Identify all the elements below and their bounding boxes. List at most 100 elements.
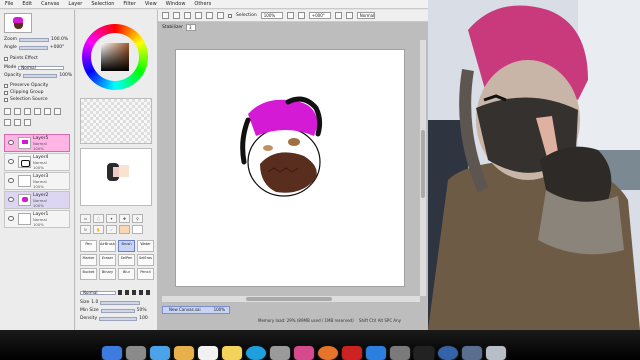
- blend-select[interactable]: Normal: [356, 12, 375, 19]
- navigator-preview[interactable]: [4, 13, 32, 33]
- menu-selection[interactable]: Selection: [91, 1, 114, 7]
- horizontal-scrollbar[interactable]: [162, 296, 420, 302]
- visibility-eye-icon[interactable]: [8, 159, 14, 164]
- color-square[interactable]: [101, 43, 129, 71]
- finder-icon[interactable]: [102, 346, 122, 360]
- copy-layer-icon[interactable]: [24, 108, 31, 115]
- scratchpad[interactable]: [80, 148, 152, 206]
- opacity-slider[interactable]: [23, 73, 58, 78]
- menu-canvas[interactable]: Canvas: [41, 1, 59, 7]
- quicktime-icon[interactable]: [438, 346, 458, 360]
- document-tab[interactable]: New Canvas.sai 100%: [162, 306, 230, 314]
- lock-icon[interactable]: [14, 119, 21, 126]
- magic-wand-icon[interactable]: ✦: [106, 214, 117, 223]
- angle-input[interactable]: +000°: [308, 12, 331, 19]
- visibility-eye-icon[interactable]: [8, 216, 14, 221]
- zoom-out-icon[interactable]: [206, 12, 213, 19]
- angle-slider[interactable]: [18, 45, 48, 50]
- selection-source-checkbox[interactable]: [4, 97, 8, 102]
- lasso-tool-icon[interactable]: ◌: [93, 214, 104, 223]
- visibility-eye-icon[interactable]: [8, 140, 14, 145]
- brush-eraser[interactable]: Eraser: [99, 254, 116, 266]
- brush-mode-select[interactable]: Normal: [80, 290, 116, 295]
- stabilizer-select[interactable]: 3: [185, 24, 196, 31]
- brush-seleras[interactable]: SelEras: [137, 254, 154, 266]
- notes-icon[interactable]: [222, 346, 242, 360]
- color-swatches[interactable]: [80, 98, 152, 144]
- rotate-tool-icon[interactable]: ↻: [80, 225, 91, 234]
- invert-selection-icon[interactable]: [173, 12, 180, 19]
- paint-effect-checkbox[interactable]: [4, 56, 8, 61]
- zoom-plus-icon[interactable]: [286, 12, 294, 19]
- size-slider[interactable]: [100, 300, 141, 305]
- menu-filter[interactable]: Filter: [123, 1, 135, 7]
- menu-file[interactable]: File: [5, 1, 13, 7]
- firefox-icon[interactable]: [318, 346, 338, 360]
- safari-icon[interactable]: [150, 346, 170, 360]
- rotate-left-icon[interactable]: [334, 12, 342, 19]
- mask-icon[interactable]: [4, 119, 11, 126]
- visibility-eye-icon[interactable]: [8, 197, 14, 202]
- brush-pencil[interactable]: Pencil: [137, 268, 154, 280]
- zoom-slider[interactable]: [18, 37, 49, 42]
- new-layer-icon[interactable]: [4, 108, 11, 115]
- downloads-icon[interactable]: [462, 346, 482, 360]
- preview-icon[interactable]: [270, 346, 290, 360]
- app-store-icon[interactable]: [366, 346, 386, 360]
- visibility-eye-icon[interactable]: [8, 178, 14, 183]
- paint-app-icon[interactable]: [342, 346, 362, 360]
- rotate-right-icon[interactable]: [345, 12, 353, 19]
- system-preferences-icon[interactable]: [390, 346, 410, 360]
- layer-row[interactable]: Layer3 Normal 100%: [4, 172, 70, 190]
- brush-blur[interactable]: Blur: [118, 268, 135, 280]
- menu-others[interactable]: Others: [194, 1, 211, 7]
- layer-row[interactable]: Layer1 Normal 100%: [4, 210, 70, 228]
- calendar-icon[interactable]: [198, 346, 218, 360]
- launchpad-icon[interactable]: [126, 346, 146, 360]
- new-folder-icon[interactable]: [14, 108, 21, 115]
- layer-row[interactable]: Layer4 Normal 100%: [4, 153, 70, 171]
- color-wheel[interactable]: [82, 24, 148, 90]
- min-size-slider[interactable]: [100, 308, 135, 313]
- trash-icon[interactable]: [486, 346, 506, 360]
- menu-window[interactable]: Window: [166, 1, 186, 7]
- vertical-scrollbar[interactable]: [420, 40, 426, 296]
- itunes-icon[interactable]: [294, 346, 314, 360]
- zoom-input[interactable]: 100%: [260, 12, 283, 19]
- clear-layer-icon[interactable]: [44, 108, 51, 115]
- menu-view[interactable]: View: [145, 1, 157, 7]
- brush-selpen[interactable]: SelPen: [118, 254, 135, 266]
- skype-icon[interactable]: [246, 346, 266, 360]
- mode-select[interactable]: Normal: [18, 65, 65, 70]
- brush-pen[interactable]: Pen: [80, 240, 97, 252]
- brush-binary[interactable]: Binary: [99, 268, 116, 280]
- merge-layer-icon[interactable]: [34, 108, 41, 115]
- move-tool-icon[interactable]: ✥: [119, 214, 130, 223]
- trash-icon[interactable]: [24, 119, 31, 126]
- menu-layer[interactable]: Layer: [68, 1, 82, 7]
- brush-airbrush[interactable]: AirBrush: [99, 240, 116, 252]
- show-selection-icon[interactable]: [184, 12, 191, 19]
- delete-layer-icon[interactable]: [54, 108, 61, 115]
- brush-brush[interactable]: Brush: [118, 240, 135, 252]
- brush-shape-icons[interactable]: [118, 290, 152, 295]
- secondary-color-swatch[interactable]: [132, 225, 143, 234]
- brush-bucket[interactable]: Bucket: [80, 268, 97, 280]
- preserve-opacity-checkbox[interactable]: [4, 83, 8, 88]
- deselect-icon[interactable]: [162, 12, 169, 19]
- zoom-in-icon[interactable]: [195, 12, 202, 19]
- zoom-minus-icon[interactable]: [297, 12, 305, 19]
- layer-row[interactable]: Layer5 Normal 100%: [4, 134, 70, 152]
- drawing-canvas[interactable]: [176, 50, 404, 286]
- hand-tool-icon[interactable]: ✋: [93, 225, 104, 234]
- clipping-group-checkbox[interactable]: [4, 90, 8, 95]
- photos-icon[interactable]: [174, 346, 194, 360]
- selection-checkbox[interactable]: [228, 13, 232, 18]
- brush-water[interactable]: Water: [137, 240, 154, 252]
- density-slider[interactable]: [99, 316, 138, 321]
- select-tool-icon[interactable]: ▭: [80, 214, 91, 223]
- eyedropper-icon[interactable]: ⟋: [106, 225, 117, 234]
- layer-row[interactable]: Layer2 Normal 100%: [4, 191, 70, 209]
- brush-marker[interactable]: Marker: [80, 254, 97, 266]
- reset-zoom-icon[interactable]: [217, 12, 224, 19]
